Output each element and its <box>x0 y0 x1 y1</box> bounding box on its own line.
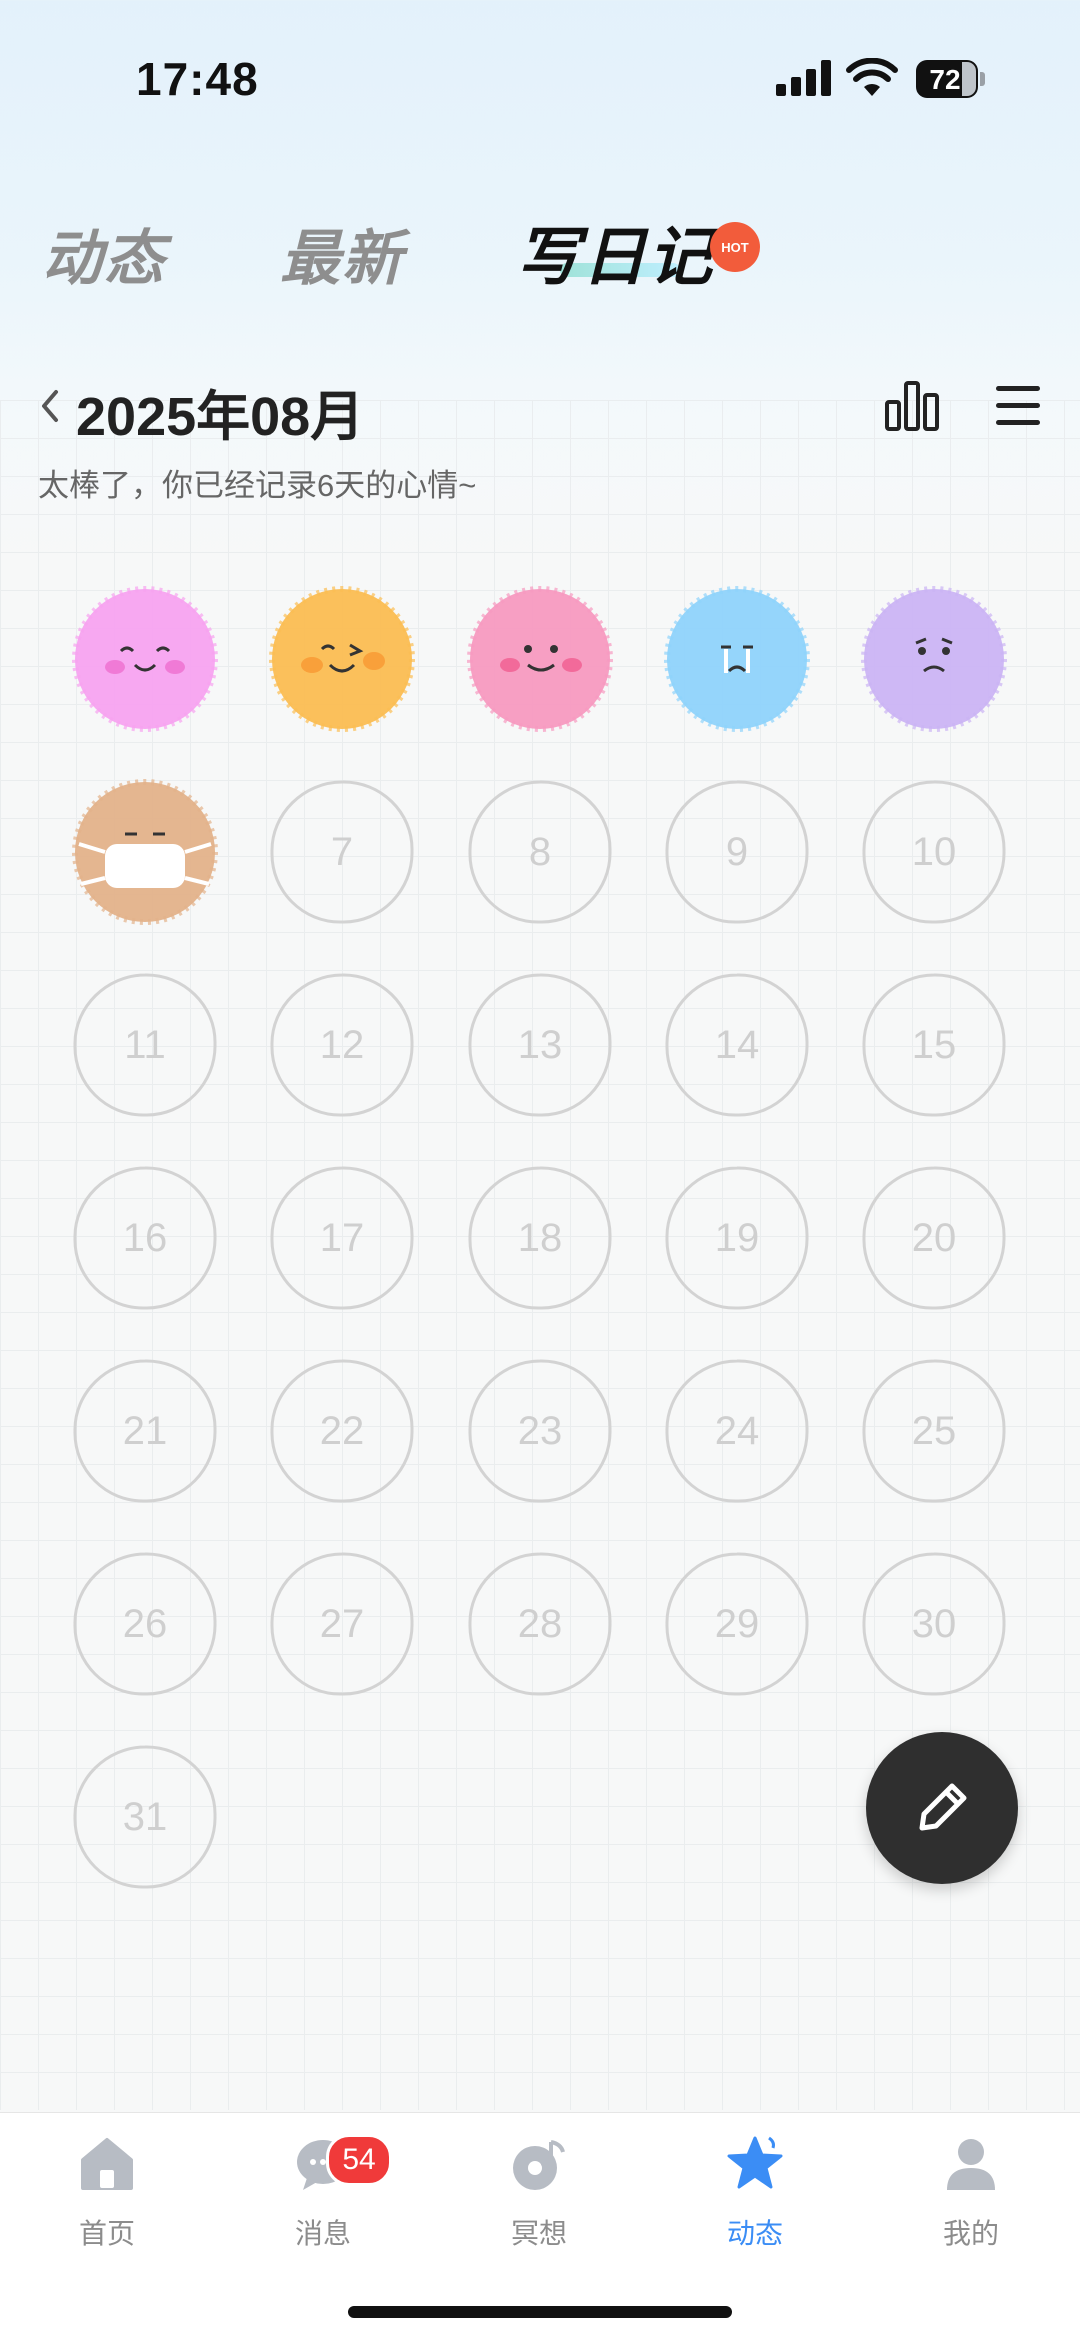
tab-write-diary[interactable]: 写日记 <box>516 206 714 298</box>
calendar-day-empty[interactable]: 19 <box>663 1164 811 1312</box>
calendar-day-empty[interactable]: 15 <box>860 971 1008 1119</box>
day-number: 18 <box>517 1216 563 1260</box>
day-number: 15 <box>911 1023 957 1067</box>
calendar-day-empty[interactable]: 14 <box>663 971 811 1119</box>
star-icon <box>727 2136 783 2189</box>
day-number: 25 <box>911 1409 957 1453</box>
day-number: 11 <box>124 1023 166 1067</box>
calendar-day-empty[interactable]: 9 <box>663 778 811 926</box>
day-number: 21 <box>122 1409 168 1453</box>
mood-day-6-sick-mask[interactable] <box>71 778 219 926</box>
day-number: 29 <box>714 1602 760 1646</box>
day-number: 13 <box>517 1023 563 1067</box>
nav-dynamic[interactable]: 动态 <box>680 2130 830 2250</box>
battery-icon: 72 <box>916 60 986 98</box>
home-indicator <box>348 2306 732 2318</box>
calendar-day-empty[interactable]: 17 <box>268 1164 416 1312</box>
write-diary-button[interactable] <box>866 1732 1018 1884</box>
menu-icon[interactable] <box>994 384 1042 428</box>
meditation-icon <box>513 2140 565 2190</box>
calendar-day-empty[interactable]: 26 <box>71 1550 219 1698</box>
mood-day-3-smile[interactable] <box>466 585 614 733</box>
day-number: 12 <box>319 1023 365 1067</box>
calendar-day-empty[interactable]: 10 <box>860 778 1008 926</box>
nav-dynamic-label: 动态 <box>726 2218 783 2249</box>
hot-badge: HOT <box>710 222 760 272</box>
day-number: 22 <box>319 1409 365 1453</box>
crying-face-icon <box>664 586 810 732</box>
mood-day-2-wink[interactable] <box>268 585 416 733</box>
calendar-day-empty[interactable]: 8 <box>466 778 614 926</box>
mood-day-1-happy-blush[interactable] <box>71 585 219 733</box>
calendar-day-empty[interactable]: 27 <box>268 1550 416 1698</box>
smile-face-icon <box>467 586 613 732</box>
home-icon <box>81 2138 133 2190</box>
calendar-day-empty[interactable]: 11 <box>71 971 219 1119</box>
calendar-day-empty[interactable]: 20 <box>860 1164 1008 1312</box>
bar-chart-icon[interactable] <box>884 380 940 432</box>
nav-home[interactable]: 首页 <box>32 2130 182 2250</box>
happy-blush-face-icon <box>72 586 218 732</box>
day-number: 23 <box>517 1409 563 1453</box>
status-time: 17:48 <box>136 53 259 105</box>
day-number: 30 <box>911 1602 957 1646</box>
calendar-day-empty[interactable]: 29 <box>663 1550 811 1698</box>
day-number: 28 <box>517 1602 563 1646</box>
nav-meditation-label: 冥想 <box>510 2218 567 2249</box>
day-number: 7 <box>330 830 354 874</box>
calendar-day-empty[interactable]: 12 <box>268 971 416 1119</box>
day-number: 16 <box>122 1216 168 1260</box>
nav-meditation[interactable]: 冥想 <box>464 2130 614 2250</box>
calendar-day-empty[interactable]: 7 <box>268 778 416 926</box>
signal-icon <box>776 60 831 96</box>
day-number: 17 <box>319 1216 365 1260</box>
calendar-day-empty[interactable]: 13 <box>466 971 614 1119</box>
nav-profile-label: 我的 <box>942 2218 999 2249</box>
pencil-icon <box>919 1783 967 1831</box>
month-title: 2025年08月 <box>76 387 365 447</box>
day-number: 14 <box>714 1023 760 1067</box>
nav-messages-label: 消息 <box>294 2218 351 2249</box>
chevron-left-icon[interactable] <box>36 388 64 424</box>
unread-badge: 54 <box>326 2134 392 2186</box>
nav-home-label: 首页 <box>78 2218 135 2249</box>
calendar-day-empty[interactable]: 16 <box>71 1164 219 1312</box>
sick-mask-face-icon <box>72 779 218 925</box>
worried-face-icon <box>861 586 1007 732</box>
day-number: 31 <box>122 1795 168 1839</box>
wink-face-icon <box>269 586 415 732</box>
calendar-day-empty[interactable]: 22 <box>268 1357 416 1505</box>
calendar-day-empty[interactable]: 23 <box>466 1357 614 1505</box>
day-number: 20 <box>911 1216 957 1260</box>
nav-profile[interactable]: 我的 <box>896 2130 1046 2250</box>
day-number: 24 <box>714 1409 760 1453</box>
calendar-day-empty[interactable]: 28 <box>466 1550 614 1698</box>
day-number: 27 <box>319 1602 365 1646</box>
battery-level: 72 <box>929 64 961 95</box>
day-number: 8 <box>528 830 552 874</box>
calendar-day-empty[interactable]: 24 <box>663 1357 811 1505</box>
calendar-day-empty[interactable]: 30 <box>860 1550 1008 1698</box>
day-number: 9 <box>725 830 749 874</box>
profile-icon <box>947 2139 995 2190</box>
calendar-day-empty[interactable]: 31 <box>71 1743 219 1891</box>
tab-dynamic[interactable]: 动态 <box>42 210 166 297</box>
mood-summary: 太棒了，你已经记录6天的心情~ <box>38 468 477 503</box>
calendar-day-empty[interactable]: 25 <box>860 1357 1008 1505</box>
status-bar: 17:48 72 <box>0 0 1080 160</box>
day-number: 19 <box>714 1216 760 1260</box>
day-number: 26 <box>122 1602 168 1646</box>
day-number: 10 <box>911 830 957 874</box>
mood-day-4-crying[interactable] <box>663 585 811 733</box>
tab-latest[interactable]: 最新 <box>280 210 404 297</box>
mood-day-5-worried[interactable] <box>860 585 1008 733</box>
calendar-day-empty[interactable]: 21 <box>71 1357 219 1505</box>
calendar-day-empty[interactable]: 18 <box>466 1164 614 1312</box>
wifi-icon <box>846 58 898 96</box>
